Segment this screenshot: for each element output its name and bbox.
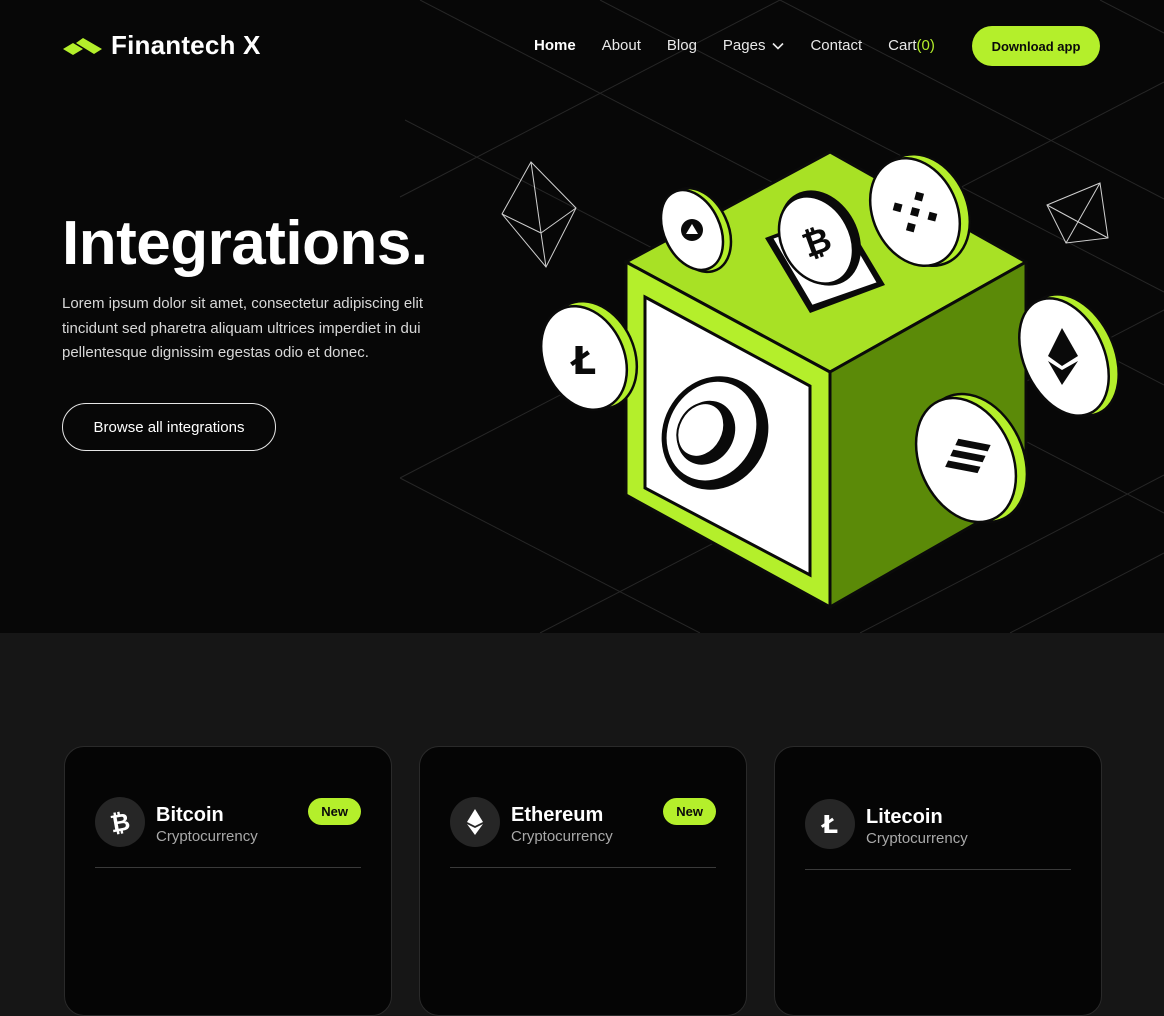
integration-card-litecoin[interactable]: Ł Litecoin Cryptocurrency (774, 746, 1102, 1016)
card-title: Bitcoin (156, 804, 224, 826)
nav-contact[interactable]: Contact (810, 37, 862, 54)
brand-name: Finantech X (111, 30, 261, 60)
card-divider (805, 869, 1071, 870)
hero-section: Finantech X Home About Blog Pages Contac… (0, 0, 1164, 633)
logo-mark-icon (63, 37, 102, 55)
card-category: Cryptocurrency (866, 830, 968, 847)
hero-description: Lorem ipsum dolor sit amet, consectetur … (62, 295, 423, 361)
card-divider (450, 867, 716, 868)
integration-card-bitcoin[interactable]: ₿ Bitcoin Cryptocurrency New (64, 746, 392, 1016)
card-category: Cryptocurrency (156, 828, 258, 845)
crypto-safe-illustration: ₿ Ł (501, 150, 1120, 610)
download-app-button[interactable]: Download app (972, 26, 1100, 66)
litecoin-icon: Ł (805, 799, 855, 849)
svg-text:₿: ₿ (108, 809, 132, 835)
svg-text:Ł: Ł (570, 339, 596, 383)
nav-blog[interactable]: Blog (667, 37, 697, 54)
integration-card-ethereum[interactable]: Ethereum Cryptocurrency New (419, 746, 747, 1016)
card-category: Cryptocurrency (511, 828, 613, 845)
wireframe-crystal-left (501, 161, 577, 268)
card-title: Ethereum (511, 804, 604, 826)
nav-home[interactable]: Home (534, 37, 576, 54)
chevron-down-icon (772, 42, 785, 50)
nav-pages-label: Pages (722, 37, 766, 54)
card-divider (95, 867, 361, 868)
new-badge: New (663, 798, 716, 825)
svg-text:Ł: Ł (820, 811, 838, 837)
cart-count: (0) (916, 37, 935, 54)
page-title: Integrations. (62, 209, 428, 278)
nav-about[interactable]: About (602, 37, 641, 54)
nav-links: Home About Blog Pages Contact Cart(0) (534, 37, 961, 54)
nav-pages-dropdown[interactable]: Pages (723, 37, 785, 54)
logo[interactable]: Finantech X (63, 30, 261, 61)
bitcoin-icon: ₿ (95, 797, 145, 847)
integrations-grid: ₿ Bitcoin Cryptocurrency New Ethereum Cr… (0, 633, 1164, 1016)
new-badge: New (308, 798, 361, 825)
browse-integrations-button[interactable]: Browse all integrations (62, 403, 276, 451)
top-navigation: Finantech X Home About Blog Pages Contac… (0, 0, 1164, 92)
cart-label: Cart (888, 37, 917, 54)
card-title: Litecoin (866, 806, 943, 828)
ethereum-icon (450, 797, 500, 847)
nav-cart[interactable]: Cart(0) (888, 37, 935, 54)
wireframe-crystal-right (1046, 182, 1109, 244)
